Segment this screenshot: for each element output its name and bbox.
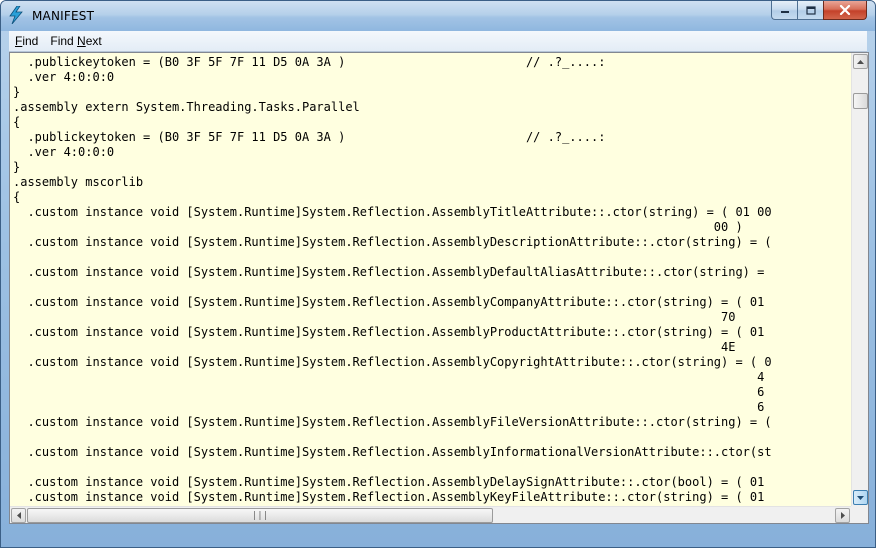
vertical-scrollbar[interactable] (851, 53, 868, 506)
code-line: { (13, 115, 21, 129)
code-line: .custom instance void [System.Runtime]Sy… (13, 205, 772, 219)
scrollbar-corner (851, 506, 868, 523)
code-line: .publickeytoken = (B0 3F 5F 7F 11 D5 0A … (13, 55, 606, 69)
code-line: 6 (13, 385, 765, 399)
menu-find-rest: ind (22, 34, 39, 48)
menu-find[interactable]: Find (9, 34, 44, 48)
menu-find-next-pre: Find (50, 34, 78, 48)
code-line: .custom instance void [System.Runtime]Sy… (13, 235, 772, 249)
minimize-icon (780, 11, 789, 13)
code-line: .custom instance void [System.Runtime]Sy… (13, 475, 765, 489)
code-line: .publickeytoken = (B0 3F 5F 7F 11 D5 0A … (13, 130, 606, 144)
code-line: 6 (13, 400, 765, 414)
manifest-text-area[interactable]: .publickeytoken = (B0 3F 5F 7F 11 D5 0A … (9, 52, 869, 524)
scroll-left-button[interactable] (11, 508, 26, 523)
title-bar[interactable]: MANIFEST (1, 1, 875, 31)
scroll-right-button[interactable] (835, 508, 850, 523)
grip-icon: ||| (251, 510, 269, 521)
code-line: .custom instance void [System.Runtime]Sy… (13, 295, 765, 309)
chevron-left-icon (16, 512, 21, 519)
manifest-code[interactable]: .publickeytoken = (B0 3F 5F 7F 11 D5 0A … (13, 55, 851, 507)
scroll-up-button[interactable] (853, 54, 868, 69)
code-line: 70 (13, 310, 736, 324)
code-line: 4 (13, 370, 765, 384)
menu-bar: Find Find Next (9, 31, 867, 52)
manifest-window: MANIFEST Find Find Next .publickeytoken … (0, 0, 876, 548)
chevron-down-icon (857, 495, 864, 500)
ildasm-lightning-icon (9, 6, 23, 24)
vertical-scroll-thumb[interactable] (853, 93, 868, 109)
code-line: { (13, 190, 21, 204)
menu-find-next-mnemonic: N (77, 34, 86, 48)
maximize-icon (805, 5, 816, 15)
code-line: } (13, 85, 21, 99)
code-line: } (13, 160, 21, 174)
horizontal-scrollbar[interactable]: ||| (10, 506, 851, 523)
code-line: 00 ) (13, 220, 743, 234)
code-line: .assembly extern System.Threading.Tasks.… (13, 100, 360, 114)
code-line: .custom instance void [System.Runtime]Sy… (13, 325, 765, 339)
chevron-right-icon (840, 512, 845, 519)
code-line: 4E (13, 340, 736, 354)
code-line: .assembly mscorlib (13, 175, 144, 189)
chevron-up-icon (857, 59, 864, 64)
caption-buttons (771, 1, 867, 20)
code-line: .ver 4:0:0:0 (13, 145, 115, 159)
code-line: .ver 4:0:0:0 (13, 70, 115, 84)
minimize-button[interactable] (771, 1, 797, 20)
scroll-down-button[interactable] (853, 490, 868, 505)
code-line: .custom instance void [System.Runtime]Sy… (13, 445, 772, 459)
window-title: MANIFEST (32, 9, 95, 23)
code-line: .custom instance void [System.Runtime]Sy… (13, 490, 765, 504)
code-line: .custom instance void [System.Runtime]Sy… (13, 415, 772, 429)
menu-find-next-rest: ext (85, 34, 102, 48)
code-line: .custom instance void [System.Runtime]Sy… (13, 265, 765, 279)
horizontal-scroll-thumb[interactable]: ||| (27, 508, 493, 523)
close-button[interactable] (823, 1, 867, 20)
maximize-button[interactable] (797, 1, 823, 20)
code-line: .custom instance void [System.Runtime]Sy… (13, 355, 772, 369)
menu-find-next[interactable]: Find Next (44, 34, 107, 48)
close-icon (839, 5, 851, 15)
